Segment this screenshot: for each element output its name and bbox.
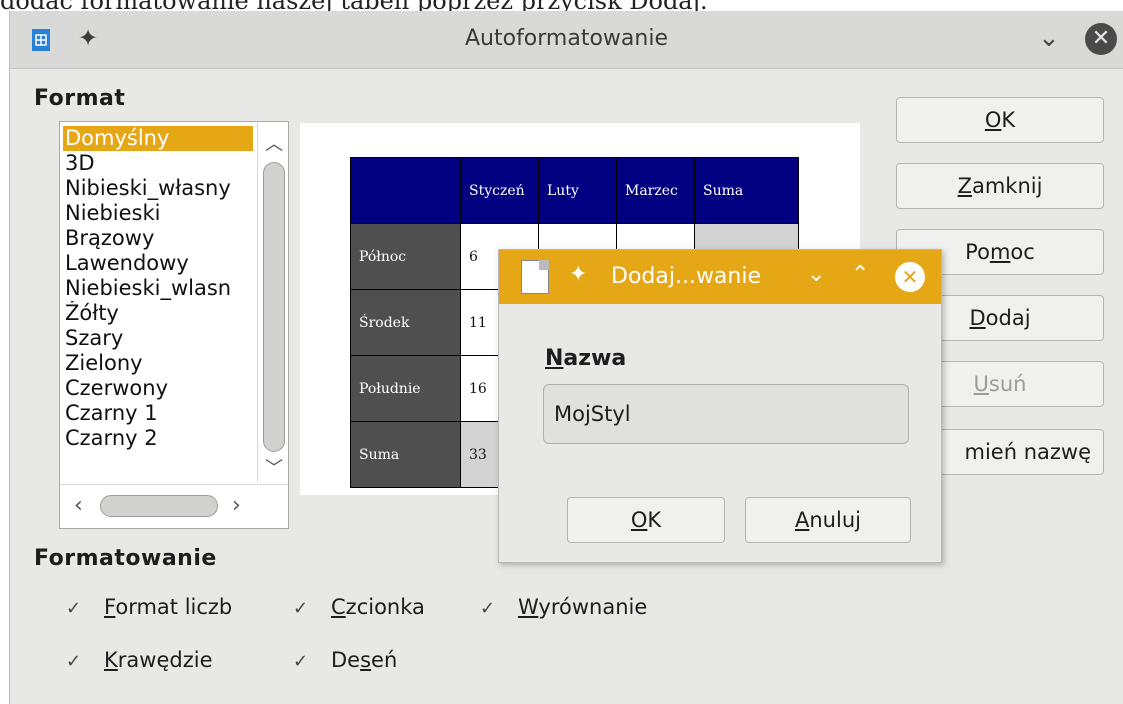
chevron-down-icon[interactable]: ⌄ bbox=[807, 262, 825, 287]
list-item[interactable]: Zielony bbox=[63, 351, 253, 376]
sub-titlebar: ✦ Dodaj...wanie ⌄ ⌃ ✕ bbox=[499, 250, 941, 304]
list-item[interactable]: Niebieski_wlasn bbox=[63, 276, 253, 301]
table-row-header: Północ bbox=[350, 223, 461, 290]
list-item[interactable]: 3D bbox=[63, 151, 253, 176]
list-item[interactable]: Czarny 1 bbox=[63, 401, 253, 426]
chevron-up-icon[interactable]: ︿ bbox=[258, 130, 288, 156]
table-header-cell: Luty bbox=[538, 157, 617, 224]
chevron-left-icon[interactable]: ‹ bbox=[74, 493, 83, 518]
sub-dialog-title: Dodaj...wanie bbox=[611, 264, 762, 289]
checkmark-icon[interactable]: ✓ bbox=[66, 598, 86, 619]
document-icon bbox=[521, 260, 549, 294]
chevron-up-icon[interactable]: ⌃ bbox=[851, 262, 869, 287]
list-item[interactable]: Lawendowy bbox=[63, 251, 253, 276]
cancel-button[interactable]: Anuluj bbox=[745, 497, 911, 543]
table-header-cell: Marzec bbox=[616, 157, 695, 224]
table-row-header: Środek bbox=[350, 289, 461, 356]
horizontal-scrollbar[interactable]: ‹ › bbox=[60, 484, 288, 528]
ok-button[interactable]: OK bbox=[896, 97, 1104, 143]
list-item[interactable]: Żółty bbox=[63, 301, 253, 326]
table-header-cell: Styczeń bbox=[460, 157, 539, 224]
pin-icon[interactable]: ✦ bbox=[569, 262, 587, 287]
scroll-thumb[interactable] bbox=[100, 495, 218, 517]
table-header-cell bbox=[350, 157, 461, 224]
dialog-title: Autoformatowanie bbox=[464, 26, 668, 51]
format-label: Format bbox=[34, 86, 126, 111]
table-row-header: Suma bbox=[350, 421, 461, 488]
format-list[interactable]: Domyślny 3D Nibieski_własny Niebieski Br… bbox=[59, 121, 289, 529]
name-label: Nazwa bbox=[545, 346, 627, 371]
autoformat-dialog: ✦ Autoformatowanie ⌄ ✕ Format Domyślny 3… bbox=[9, 11, 1123, 704]
checkmark-icon[interactable]: ✓ bbox=[480, 598, 500, 619]
formatting-label: Formatowanie bbox=[34, 546, 217, 571]
option-pattern[interactable]: ✓ Deseń bbox=[293, 648, 397, 672]
sub-ok-button[interactable]: OK bbox=[567, 497, 725, 543]
option-font[interactable]: ✓ Czcionka bbox=[293, 595, 425, 619]
titlebar: ✦ Autoformatowanie ⌄ ✕ bbox=[10, 11, 1123, 69]
option-borders[interactable]: ✓ Krawędzie bbox=[66, 648, 213, 672]
close-button[interactable]: Zamknij bbox=[896, 163, 1104, 209]
chevron-right-icon[interactable]: › bbox=[232, 493, 241, 518]
list-item[interactable]: Domyślny bbox=[63, 126, 253, 151]
scroll-thumb[interactable] bbox=[263, 162, 285, 452]
list-item[interactable]: Czarny 2 bbox=[63, 426, 253, 451]
option-alignment[interactable]: ✓ Wyrównanie bbox=[480, 595, 647, 619]
list-item[interactable]: Nibieski_własny bbox=[63, 176, 253, 201]
option-number-format[interactable]: ✓ Format liczb bbox=[66, 595, 232, 619]
close-icon[interactable]: ✕ bbox=[895, 262, 925, 292]
checkmark-icon[interactable]: ✓ bbox=[66, 651, 86, 672]
table-header-cell: Suma bbox=[694, 157, 799, 224]
list-item[interactable]: Niebieski bbox=[63, 201, 253, 226]
chevron-down-icon[interactable]: ﹀ bbox=[258, 454, 288, 480]
checkmark-icon[interactable]: ✓ bbox=[293, 598, 313, 619]
close-icon[interactable]: ✕ bbox=[1085, 23, 1117, 55]
checkmark-icon[interactable]: ✓ bbox=[293, 651, 313, 672]
list-item[interactable]: Szary bbox=[63, 326, 253, 351]
add-autoformat-dialog: ✦ Dodaj...wanie ⌄ ⌃ ✕ Nazwa MojStyl OK A… bbox=[498, 249, 942, 563]
list-item[interactable]: Czerwony bbox=[63, 376, 253, 401]
list-item[interactable]: Brązowy bbox=[63, 226, 253, 251]
name-field[interactable]: MojStyl bbox=[543, 384, 909, 444]
chevron-down-icon[interactable]: ⌄ bbox=[1038, 23, 1060, 53]
table-row-header: Południe bbox=[350, 355, 461, 422]
vertical-scrollbar[interactable]: ︿ ﹀ bbox=[257, 122, 288, 482]
